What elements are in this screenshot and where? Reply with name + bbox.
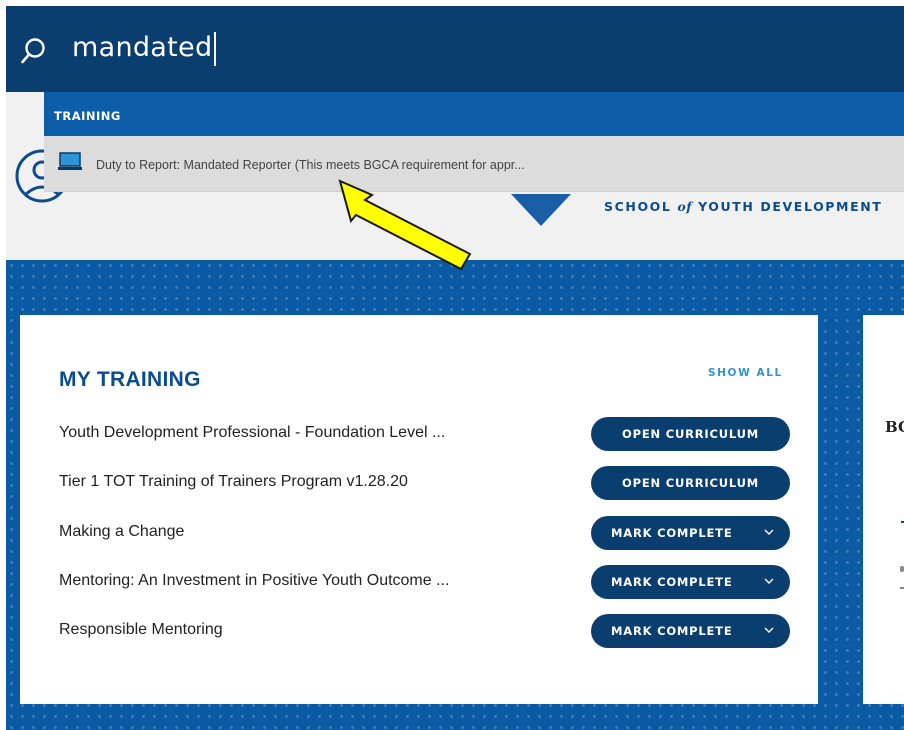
logo-word-school: SCHOOL	[604, 199, 672, 214]
results-section-label: TRAINING	[54, 109, 121, 123]
search-bar: mandated	[6, 6, 904, 92]
mark-complete-button[interactable]: MARK COMPLETE	[591, 614, 790, 648]
training-row: Making a Change MARK COMPLETE	[20, 513, 818, 553]
side-card-mark	[900, 566, 904, 572]
show-all-link[interactable]: SHOW ALL	[708, 367, 783, 379]
training-title[interactable]: Making a Change	[59, 523, 184, 541]
button-label: OPEN CURRICULUM	[622, 427, 759, 441]
open-curriculum-button[interactable]: OPEN CURRICULUM	[591, 466, 790, 500]
logo-word-of: of	[677, 199, 693, 214]
mark-complete-button[interactable]: MARK COMPLETE	[591, 565, 790, 599]
training-title[interactable]: Responsible Mentoring	[59, 621, 223, 639]
chevron-down-icon[interactable]	[764, 577, 774, 585]
logo-mark	[511, 194, 571, 226]
training-row: Responsible Mentoring MARK COMPLETE	[20, 611, 818, 651]
button-label: MARK COMPLETE	[611, 526, 733, 540]
chevron-down-icon[interactable]	[764, 528, 774, 536]
chevron-down-icon[interactable]	[764, 626, 774, 634]
mark-complete-button[interactable]: MARK COMPLETE	[591, 516, 790, 550]
button-label: MARK COMPLETE	[611, 624, 733, 638]
button-label: MARK COMPLETE	[611, 575, 733, 589]
search-result-label: Duty to Report: Mandated Reporter (This …	[96, 158, 525, 172]
training-row: Mentoring: An Investment in Positive You…	[20, 562, 818, 602]
text-caret	[214, 32, 216, 66]
site-logo-text[interactable]: SCHOOL of YOUTH DEVELOPMENT	[604, 199, 882, 214]
app-frame: SCHOOL of YOUTH DEVELOPMENT mandated TRA…	[6, 6, 904, 730]
training-title[interactable]: Tier 1 TOT Training of Trainers Program …	[59, 473, 408, 491]
training-row: Youth Development Professional - Foundat…	[20, 414, 818, 454]
training-row: Tier 1 TOT Training of Trainers Program …	[20, 463, 818, 503]
open-curriculum-button[interactable]: OPEN CURRICULUM	[591, 417, 790, 451]
search-icon[interactable]	[20, 37, 46, 65]
button-label: OPEN CURRICULUM	[622, 476, 759, 490]
results-section-header: TRAINING	[44, 92, 904, 136]
laptop-icon	[58, 152, 82, 170]
training-title[interactable]: Youth Development Professional - Foundat…	[59, 424, 445, 442]
card-title: MY TRAINING	[59, 368, 201, 391]
search-input[interactable]: mandated	[72, 26, 212, 70]
side-card-mark	[900, 587, 904, 589]
side-card: BC	[863, 315, 904, 704]
training-title[interactable]: Mentoring: An Investment in Positive You…	[59, 572, 449, 590]
my-training-card: MY TRAINING SHOW ALL Youth Development P…	[20, 315, 818, 704]
annotation-arrow-icon	[338, 179, 472, 271]
side-card-text: BC	[885, 418, 904, 436]
logo-word-youth-development: YOUTH DEVELOPMENT	[698, 199, 883, 214]
